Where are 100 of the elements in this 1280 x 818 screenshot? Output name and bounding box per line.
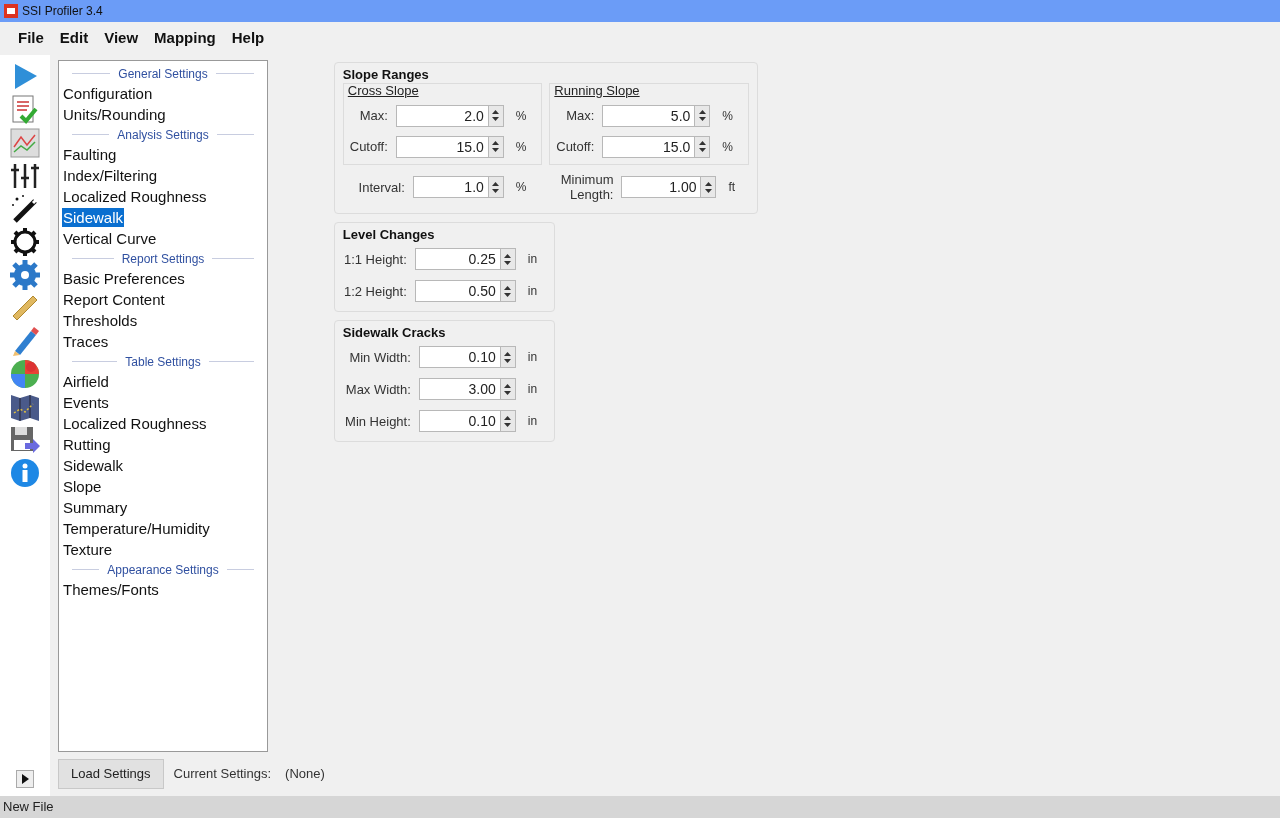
down-arrow-icon <box>705 188 712 193</box>
unit-label: % <box>721 138 733 156</box>
settings-list-item[interactable]: Temperature/Humidity <box>62 519 211 538</box>
number-field[interactable]: 1.00 <box>621 176 702 198</box>
settings-list-item[interactable]: Units/Rounding <box>62 105 167 124</box>
settings-list-item[interactable]: Thresholds <box>62 311 139 330</box>
menu-item[interactable]: File <box>10 27 52 50</box>
gear-outline-icon[interactable] <box>9 226 41 258</box>
settings-list-item[interactable]: Themes/Fonts <box>62 580 160 599</box>
field-label: Max: <box>358 108 389 123</box>
unit-label: in <box>526 283 538 300</box>
settings-list-item[interactable]: Summary <box>62 498 129 517</box>
settings-list-item[interactable]: Events <box>62 393 110 412</box>
spinner-control[interactable] <box>695 135 711 158</box>
down-arrow-icon <box>492 117 500 121</box>
status-text: New File <box>3 798 54 817</box>
settings-list-item[interactable]: Slope <box>62 477 103 496</box>
settings-list-item[interactable]: Localized Roughness <box>62 187 208 206</box>
current-settings-value: (None) <box>284 765 325 784</box>
field-label: Min Width: <box>348 349 412 365</box>
field-label: Max Width: <box>344 381 412 397</box>
group-title: Sidewalk Cracks <box>342 324 447 341</box>
down-arrow-icon <box>698 117 706 121</box>
up-arrow-icon <box>698 141 706 145</box>
save-icon[interactable] <box>9 424 41 456</box>
expand-button[interactable] <box>16 770 34 788</box>
settings-list-item[interactable]: Traces <box>62 332 110 351</box>
down-arrow-icon <box>504 358 512 363</box>
number-field[interactable]: 2.0 <box>395 104 489 127</box>
subgroup-title: Running Slope <box>554 84 641 100</box>
spinner-control[interactable] <box>695 104 711 127</box>
unit-label: ft <box>727 179 736 196</box>
settings-list-item[interactable]: Rutting <box>62 435 112 454</box>
number-field[interactable]: 0.25 <box>414 248 501 270</box>
line-chart-icon[interactable] <box>9 127 41 159</box>
down-arrow-icon <box>504 422 512 427</box>
settings-list-item[interactable]: Localized Roughness <box>62 414 208 433</box>
number-field[interactable]: 1.0 <box>412 176 489 198</box>
up-arrow-icon <box>504 253 512 258</box>
settings-list-item[interactable]: Texture <box>62 540 114 559</box>
group-title: Level Changes <box>342 226 436 243</box>
group-title: Slope Ranges <box>342 66 430 83</box>
number-field[interactable]: 3.00 <box>418 378 501 400</box>
up-arrow-icon <box>504 351 512 356</box>
unit-label: in <box>526 251 538 268</box>
settings-list-item[interactable]: Faulting <box>62 145 118 164</box>
settings-list-item[interactable]: Report Content <box>62 290 166 309</box>
settings-list-item[interactable]: Airfield <box>62 372 110 391</box>
section-header: Report Settings <box>121 250 205 268</box>
field-label: Interval: <box>357 179 406 195</box>
menu-item[interactable]: View <box>96 27 147 50</box>
settings-list-item[interactable]: Configuration <box>62 84 154 103</box>
up-arrow-icon <box>504 415 512 420</box>
app-logo-icon <box>4 4 18 18</box>
unit-label: % <box>514 138 527 156</box>
up-arrow-icon <box>492 181 500 186</box>
settings-list-item[interactable]: Sidewalk <box>62 456 125 475</box>
settings-list-item[interactable]: Index/Filtering <box>62 166 159 185</box>
menu-item[interactable]: Edit <box>51 27 97 50</box>
gear-icon[interactable] <box>9 259 41 291</box>
info-icon[interactable] <box>9 457 41 489</box>
settings-list-item[interactable]: Sidewalk <box>62 208 125 227</box>
up-arrow-icon <box>504 285 512 290</box>
down-arrow-icon <box>492 188 500 193</box>
number-field[interactable]: 0.10 <box>418 410 501 432</box>
number-field[interactable]: 0.50 <box>414 280 501 302</box>
up-arrow-icon <box>504 383 512 388</box>
load-settings-button[interactable]: Load Settings <box>58 759 164 790</box>
unit-label: % <box>514 107 527 125</box>
settings-list-item[interactable]: Vertical Curve <box>62 229 158 248</box>
unit-label: in <box>526 349 538 366</box>
play-arrow-icon <box>21 774 29 784</box>
number-field[interactable]: 5.0 <box>602 104 696 127</box>
unit-label: % <box>721 107 733 125</box>
unit-label: in <box>526 413 538 430</box>
field-label: Minimum Length: <box>559 172 615 202</box>
up-arrow-icon <box>705 181 712 186</box>
settings-list-item[interactable]: Basic Preferences <box>62 269 186 288</box>
up-arrow-icon <box>492 110 500 114</box>
field-label: Max: <box>565 108 596 123</box>
down-arrow-icon <box>504 292 512 297</box>
field-label: Cutoff: <box>555 139 596 154</box>
down-arrow-icon <box>492 148 500 152</box>
down-arrow-icon <box>698 148 706 152</box>
number-field[interactable]: 15.0 <box>395 135 489 158</box>
field-label: 1:2 Height: <box>342 283 408 299</box>
field-label: Cutoff: <box>348 139 389 154</box>
spinner-control[interactable] <box>701 176 717 198</box>
menu-item[interactable]: Mapping <box>146 27 224 50</box>
subgroup-title: Cross Slope <box>347 84 420 100</box>
down-arrow-icon <box>504 390 512 395</box>
field-label: 1:1 Height: <box>342 251 408 267</box>
field-label: Min Height: <box>344 413 412 429</box>
down-arrow-icon <box>504 260 512 265</box>
number-field[interactable]: 15.0 <box>602 135 696 158</box>
current-settings-label: Current Settings: <box>173 765 272 784</box>
unit-label: in <box>526 381 538 398</box>
unit-label: % <box>514 179 527 196</box>
menu-item[interactable]: Help <box>223 27 273 50</box>
number-field[interactable]: 0.10 <box>418 346 501 368</box>
